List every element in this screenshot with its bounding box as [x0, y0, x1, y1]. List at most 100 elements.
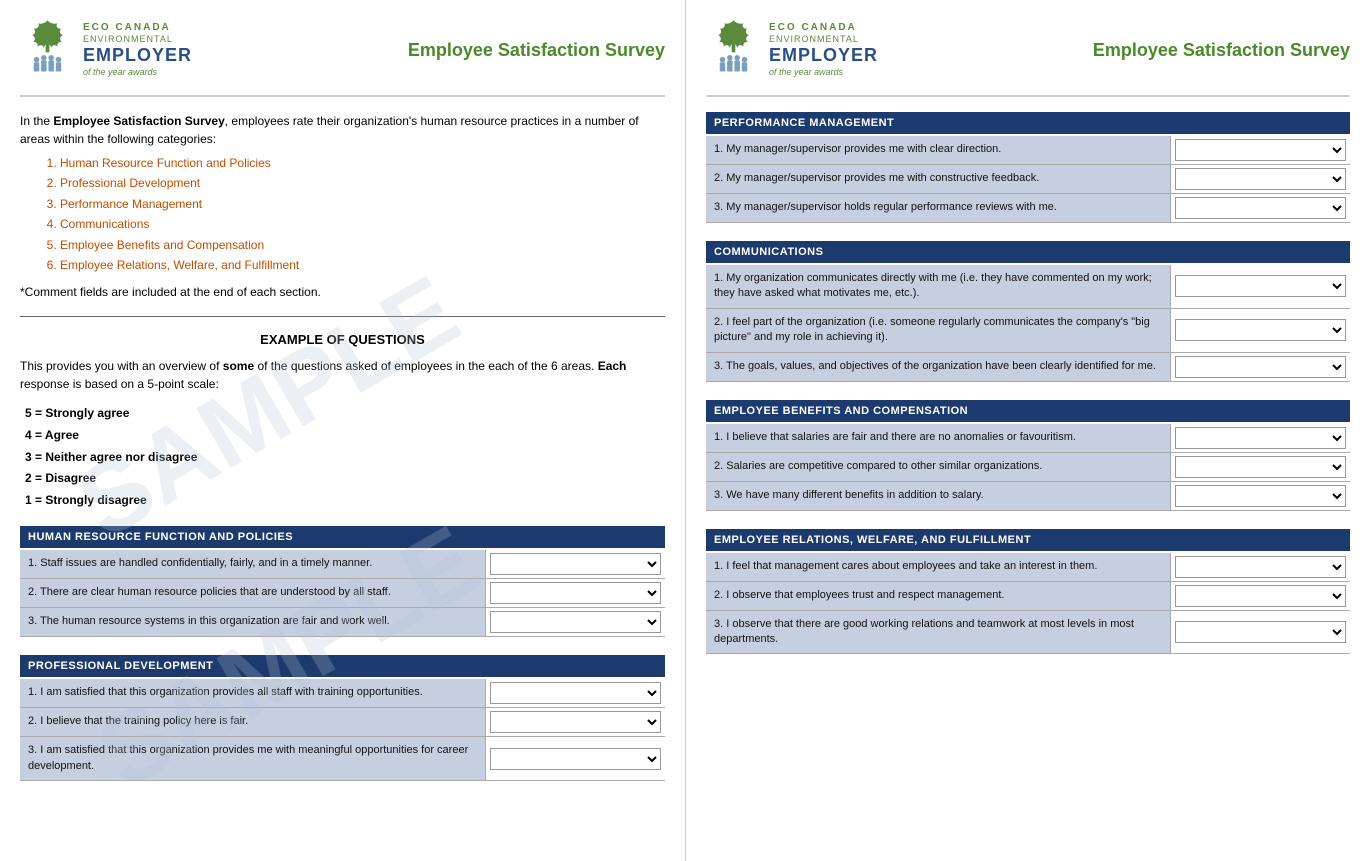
dropdown-eb-2[interactable]: 1 - Strongly disagree 2 - Disagree 3 - N…: [1170, 453, 1350, 481]
survey-title-right: Employee Satisfaction Survey: [1093, 40, 1350, 61]
dropdown-hr-1[interactable]: 1 - Strongly disagree 2 - Disagree 3 - N…: [485, 550, 665, 578]
question-comm-3: 3. The goals, values, and objectives of …: [706, 353, 1170, 381]
table-row: 3. I observe that there are good working…: [706, 611, 1350, 655]
hr-function-header: HUMAN RESOURCE FUNCTION AND POLICIES: [20, 526, 665, 548]
select-pm-2[interactable]: 1 - Strongly disagree 2 - Disagree 3 - N…: [1175, 168, 1346, 190]
category-3: Performance Management: [60, 194, 665, 214]
select-hr-1[interactable]: 1 - Strongly disagree 2 - Disagree 3 - N…: [490, 553, 661, 575]
table-row: 3. My manager/supervisor holds regular p…: [706, 194, 1350, 223]
select-er-1[interactable]: 1 - Strongly disagree 2 - Disagree 3 - N…: [1175, 556, 1346, 578]
question-eb-3: 3. We have many different benefits in ad…: [706, 482, 1170, 510]
left-page: SAMPLE SAMPLE: [0, 0, 685, 861]
example-text: This provides you with an overview of so…: [20, 357, 665, 393]
right-logo-environmental: ENVIRONMENTAL: [769, 34, 878, 45]
table-row: 2. I feel part of the organization (i.e.…: [706, 309, 1350, 353]
page-header: ECO CANADA ENVIRONMENTAL EMPLOYER of the…: [20, 15, 665, 97]
dropdown-eb-3[interactable]: 1 - Strongly disagree 2 - Disagree 3 - N…: [1170, 482, 1350, 510]
right-page-header: ECO CANADA ENVIRONMENTAL EMPLOYER of the…: [706, 15, 1350, 97]
question-pd-2: 2. I believe that the training policy he…: [20, 708, 485, 736]
category-list: Human Resource Function and Policies Pro…: [60, 153, 665, 275]
category-1: Human Resource Function and Policies: [60, 153, 665, 173]
employee-benefits-header: EMPLOYEE BENEFITS AND COMPENSATION: [706, 400, 1350, 422]
bold-some: some: [223, 359, 254, 373]
dropdown-pm-2[interactable]: 1 - Strongly disagree 2 - Disagree 3 - N…: [1170, 165, 1350, 193]
employee-relations-section: EMPLOYEE RELATIONS, WELFARE, AND FULFILL…: [706, 529, 1350, 655]
dropdown-hr-2[interactable]: 1 - Strongly disagree 2 - Disagree 3 - N…: [485, 579, 665, 607]
question-hr-2: 2. There are clear human resource polici…: [20, 579, 485, 607]
question-eb-2: 2. Salaries are competitive compared to …: [706, 453, 1170, 481]
dropdown-eb-1[interactable]: 1 - Strongly disagree 2 - Disagree 3 - N…: [1170, 424, 1350, 452]
right-logo-svg: [706, 15, 761, 85]
dropdown-comm-3[interactable]: 1 - Strongly disagree 2 - Disagree 3 - N…: [1170, 353, 1350, 381]
comment-note: *Comment fields are included at the end …: [20, 283, 665, 301]
communications-section: COMMUNICATIONS 1. My organization commun…: [706, 241, 1350, 382]
table-row: 3. The human resource systems in this or…: [20, 608, 665, 637]
select-pm-3[interactable]: 1 - Strongly disagree 2 - Disagree 3 - N…: [1175, 197, 1346, 219]
dropdown-pd-1[interactable]: 1 - Strongly disagree 2 - Disagree 3 - N…: [485, 679, 665, 707]
select-er-3[interactable]: 1 - Strongly disagree 2 - Disagree 3 - N…: [1175, 621, 1346, 643]
select-hr-2[interactable]: 1 - Strongly disagree 2 - Disagree 3 - N…: [490, 582, 661, 604]
question-pm-2: 2. My manager/supervisor provides me wit…: [706, 165, 1170, 193]
intro-bold: Employee Satisfaction Survey: [53, 114, 224, 128]
table-row: 1. I feel that management cares about em…: [706, 553, 1350, 582]
right-logo-year: of the year awards: [769, 67, 878, 78]
dropdown-er-1[interactable]: 1 - Strongly disagree 2 - Disagree 3 - N…: [1170, 553, 1350, 581]
dropdown-pm-3[interactable]: 1 - Strongly disagree 2 - Disagree 3 - N…: [1170, 194, 1350, 222]
right-logo-text: ECO CANADA ENVIRONMENTAL EMPLOYER of the…: [769, 22, 878, 77]
logo-employer: EMPLOYER: [83, 45, 192, 67]
dropdown-er-3[interactable]: 1 - Strongly disagree 2 - Disagree 3 - N…: [1170, 611, 1350, 654]
category-6: Employee Relations, Welfare, and Fulfill…: [60, 255, 665, 275]
table-row: 1. I believe that salaries are fair and …: [706, 424, 1350, 453]
dropdown-pd-3[interactable]: 1 - Strongly disagree 2 - Disagree 3 - N…: [485, 737, 665, 780]
table-row: 1. My organization communicates directly…: [706, 265, 1350, 309]
select-pd-2[interactable]: 1 - Strongly disagree 2 - Disagree 3 - N…: [490, 711, 661, 733]
dropdown-pd-2[interactable]: 1 - Strongly disagree 2 - Disagree 3 - N…: [485, 708, 665, 736]
employee-relations-header: EMPLOYEE RELATIONS, WELFARE, AND FULFILL…: [706, 529, 1350, 551]
right-logo-area: ECO CANADA ENVIRONMENTAL EMPLOYER of the…: [706, 15, 878, 85]
select-er-2[interactable]: 1 - Strongly disagree 2 - Disagree 3 - N…: [1175, 585, 1346, 607]
question-er-1: 1. I feel that management cares about em…: [706, 553, 1170, 581]
dropdown-er-2[interactable]: 1 - Strongly disagree 2 - Disagree 3 - N…: [1170, 582, 1350, 610]
right-logo-employer: EMPLOYER: [769, 45, 878, 67]
scale-3: 3 = Neither agree nor disagree: [25, 447, 665, 469]
select-comm-3[interactable]: 1 - Strongly disagree 2 - Disagree 3 - N…: [1175, 356, 1346, 378]
question-pd-3: 3. I am satisfied that this organization…: [20, 737, 485, 780]
dropdown-hr-3[interactable]: 1 - Strongly disagree 2 - Disagree 3 - N…: [485, 608, 665, 636]
select-pm-1[interactable]: 1 - Strongly disagree 2 - Disagree 3 - N…: [1175, 139, 1346, 161]
example-heading: EXAMPLE OF QUESTIONS: [20, 332, 665, 347]
table-row: 3. I am satisfied that this organization…: [20, 737, 665, 781]
employee-benefits-section: EMPLOYEE BENEFITS AND COMPENSATION 1. I …: [706, 400, 1350, 511]
question-pd-1: 1. I am satisfied that this organization…: [20, 679, 485, 707]
select-hr-3[interactable]: 1 - Strongly disagree 2 - Disagree 3 - N…: [490, 611, 661, 633]
scale-2: 2 = Disagree: [25, 468, 665, 490]
dropdown-comm-2[interactable]: 1 - Strongly disagree 2 - Disagree 3 - N…: [1170, 309, 1350, 352]
question-hr-1: 1. Staff issues are handled confidential…: [20, 550, 485, 578]
table-row: 1. I am satisfied that this organization…: [20, 679, 665, 708]
select-comm-1[interactable]: 1 - Strongly disagree 2 - Disagree 3 - N…: [1175, 275, 1346, 297]
select-eb-2[interactable]: 1 - Strongly disagree 2 - Disagree 3 - N…: [1175, 456, 1346, 478]
divider-1: [20, 316, 665, 317]
table-row: 1. My manager/supervisor provides me wit…: [706, 136, 1350, 165]
dropdown-comm-1[interactable]: 1 - Strongly disagree 2 - Disagree 3 - N…: [1170, 265, 1350, 308]
logo-year: of the year awards: [83, 67, 192, 78]
dropdown-pm-1[interactable]: 1 - Strongly disagree 2 - Disagree 3 - N…: [1170, 136, 1350, 164]
select-pd-1[interactable]: 1 - Strongly disagree 2 - Disagree 3 - N…: [490, 682, 661, 704]
logo-svg: [20, 15, 75, 85]
select-comm-2[interactable]: 1 - Strongly disagree 2 - Disagree 3 - N…: [1175, 319, 1346, 341]
logo-environmental: ENVIRONMENTAL: [83, 34, 192, 45]
right-page: SAMPLE SAMPLE ECO CANADA: [685, 0, 1370, 861]
select-pd-3[interactable]: 1 - Strongly disagree 2 - Disagree 3 - N…: [490, 748, 661, 770]
table-row: 2. There are clear human resource polici…: [20, 579, 665, 608]
select-eb-1[interactable]: 1 - Strongly disagree 2 - Disagree 3 - N…: [1175, 427, 1346, 449]
performance-mgmt-header: PERFORMANCE MANAGEMENT: [706, 112, 1350, 134]
question-comm-1: 1. My organization communicates directly…: [706, 265, 1170, 308]
hr-function-section: HUMAN RESOURCE FUNCTION AND POLICIES 1. …: [20, 526, 665, 637]
logo-text: ECO CANADA ENVIRONMENTAL EMPLOYER of the…: [83, 22, 192, 77]
logo-eco: ECO CANADA: [83, 22, 192, 34]
table-row: 2. I observe that employees trust and re…: [706, 582, 1350, 611]
communications-header: COMMUNICATIONS: [706, 241, 1350, 263]
question-comm-2: 2. I feel part of the organization (i.e.…: [706, 309, 1170, 352]
select-eb-3[interactable]: 1 - Strongly disagree 2 - Disagree 3 - N…: [1175, 485, 1346, 507]
question-er-3: 3. I observe that there are good working…: [706, 611, 1170, 654]
logo-area: ECO CANADA ENVIRONMENTAL EMPLOYER of the…: [20, 15, 192, 85]
